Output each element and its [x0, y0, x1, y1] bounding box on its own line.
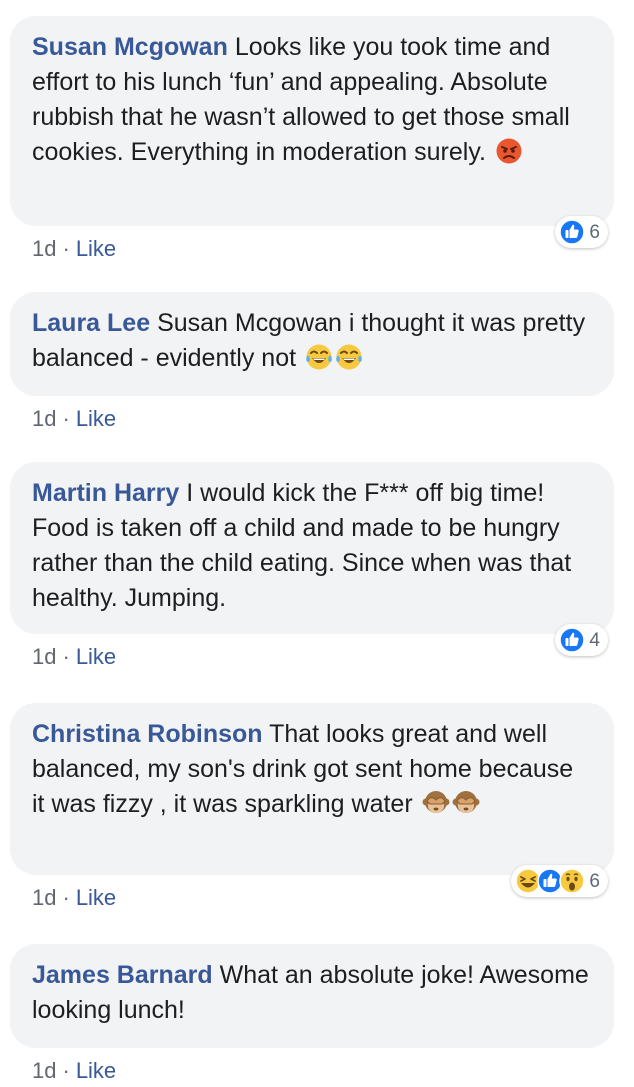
- reaction-summary[interactable]: 6: [555, 216, 608, 248]
- comment: James Barnard What an absolute joke! Awe…: [10, 944, 614, 1084]
- reaction-count: 4: [589, 629, 600, 651]
- comment-author[interactable]: Susan Mcgowan: [32, 33, 228, 61]
- like-link[interactable]: Like: [76, 1058, 116, 1083]
- comment-meta: 1d · Like: [32, 1058, 614, 1084]
- meta-separator: ·: [62, 236, 70, 261]
- wow-reaction-icon: [559, 868, 585, 894]
- see-no-evil-monkey-emoji-icon: [452, 789, 480, 817]
- comment-author[interactable]: Laura Lee: [32, 309, 150, 337]
- reaction-summary[interactable]: 4: [555, 624, 608, 656]
- like-link[interactable]: Like: [76, 236, 116, 261]
- tears-of-joy-emoji-icon: [335, 343, 363, 371]
- like-reaction-icon: [559, 627, 585, 653]
- comment-author[interactable]: Christina Robinson: [32, 720, 263, 748]
- comment-meta: 1d · Like: [32, 644, 614, 670]
- meta-separator: ·: [62, 644, 70, 669]
- see-no-evil-monkey-emoji-icon: [422, 789, 450, 817]
- comment: Christina Robinson That looks great and …: [10, 703, 614, 911]
- comment-author[interactable]: Martin Harry: [32, 479, 179, 507]
- angry-face-emoji-icon: [495, 137, 523, 165]
- reaction-count: 6: [589, 221, 600, 243]
- comment-bubble: Martin Harry I would kick the F*** off b…: [10, 462, 614, 656]
- reaction-summary[interactable]: 6: [511, 865, 608, 897]
- meta-separator: ·: [62, 406, 70, 431]
- like-reaction-icon: [559, 219, 585, 245]
- like-link[interactable]: Like: [76, 644, 116, 669]
- comment-timestamp[interactable]: 1d: [32, 644, 56, 669]
- comment-bubble: James Barnard What an absolute joke! Awe…: [10, 944, 614, 1048]
- comment-bubble: Christina Robinson That looks great and …: [10, 703, 614, 897]
- reaction-count: 6: [589, 870, 600, 892]
- comment-timestamp[interactable]: 1d: [32, 236, 56, 261]
- comment: Laura Lee Susan Mcgowan i thought it was…: [10, 292, 614, 432]
- comment: Susan Mcgowan Looks like you took time a…: [10, 16, 614, 262]
- comment-bubble: Laura Lee Susan Mcgowan i thought it was…: [10, 292, 614, 396]
- like-link[interactable]: Like: [76, 885, 116, 910]
- meta-separator: ·: [62, 1058, 70, 1083]
- comment-bubble: Susan Mcgowan Looks like you took time a…: [10, 16, 614, 248]
- comment-timestamp[interactable]: 1d: [32, 406, 56, 431]
- comment-author[interactable]: James Barnard: [32, 961, 213, 989]
- comment-timestamp[interactable]: 1d: [32, 1058, 56, 1083]
- tears-of-joy-emoji-icon: [305, 343, 333, 371]
- comment-timestamp[interactable]: 1d: [32, 885, 56, 910]
- comment: Martin Harry I would kick the F*** off b…: [10, 462, 614, 670]
- comment-meta: 1d · Like: [32, 236, 614, 262]
- like-link[interactable]: Like: [76, 406, 116, 431]
- comment-meta: 1d · Like: [32, 406, 614, 432]
- meta-separator: ·: [62, 885, 70, 910]
